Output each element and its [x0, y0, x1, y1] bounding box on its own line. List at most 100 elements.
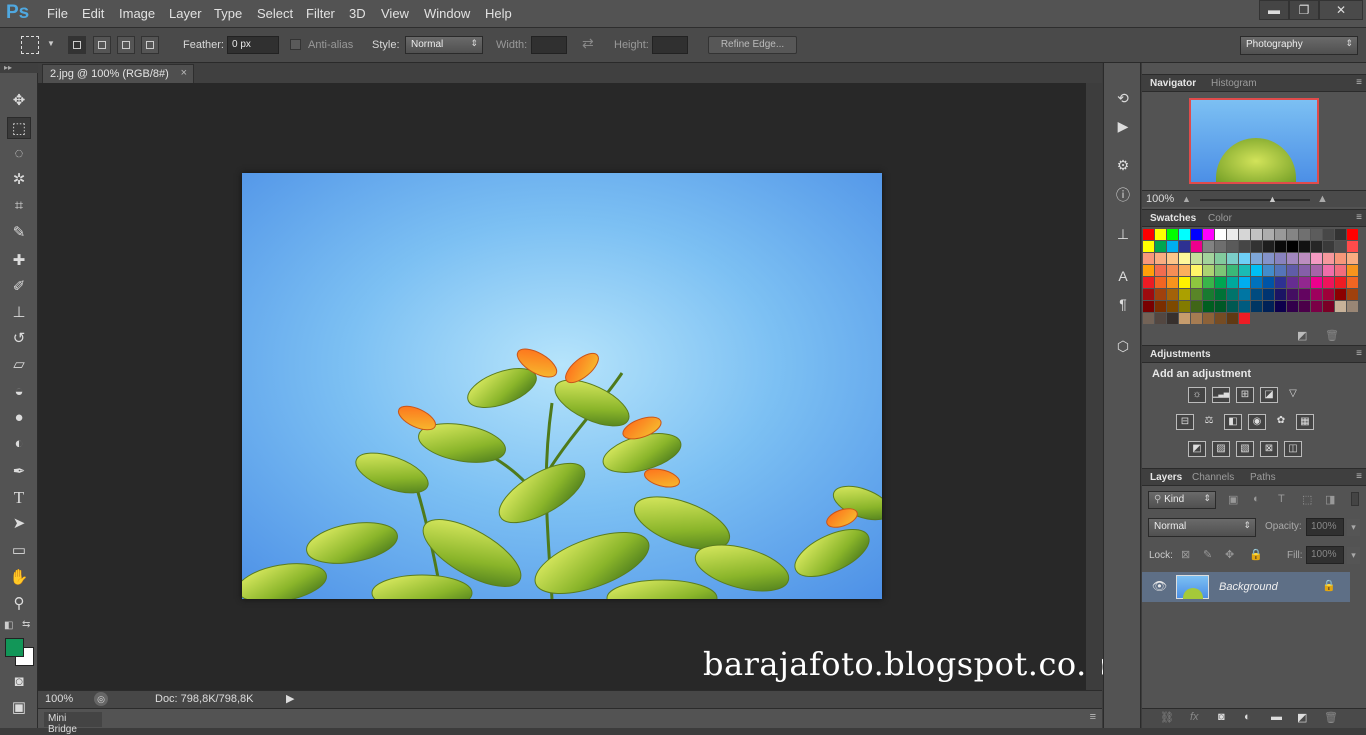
- marquee-tool-icon[interactable]: ⬚: [7, 117, 31, 139]
- quick-mask-icon[interactable]: ◙: [7, 671, 31, 693]
- lock-all-icon[interactable]: 🔒: [1249, 548, 1263, 561]
- color-swatch[interactable]: [1155, 277, 1166, 288]
- color-swatch[interactable]: [1203, 253, 1214, 264]
- color-swatch[interactable]: [1263, 301, 1274, 312]
- color-swatch[interactable]: [1323, 265, 1334, 276]
- new-adjustment-layer-icon[interactable]: ◐: [1244, 711, 1251, 723]
- swap-icon[interactable]: ⇄: [582, 35, 594, 52]
- color-swatch[interactable]: [1299, 277, 1310, 288]
- color-swatch[interactable]: [1227, 277, 1238, 288]
- navigator-thumbnail[interactable]: [1189, 98, 1319, 184]
- layer-style-icon[interactable]: fx: [1190, 711, 1199, 723]
- color-swatch[interactable]: [1251, 289, 1262, 300]
- tab-navigator[interactable]: Navigator: [1150, 78, 1196, 89]
- move-tool-icon[interactable]: ✥: [7, 90, 31, 112]
- pixel-filter-icon[interactable]: ▣: [1228, 493, 1238, 506]
- menu-image[interactable]: Image: [119, 6, 155, 21]
- exposure-icon[interactable]: ◪: [1260, 387, 1278, 403]
- add-mask-icon[interactable]: ◙: [1218, 711, 1225, 723]
- color-swatch[interactable]: [1335, 265, 1346, 276]
- color-swatch[interactable]: [1155, 289, 1166, 300]
- canvas-image[interactable]: [242, 173, 882, 599]
- color-swatch[interactable]: [1311, 265, 1322, 276]
- color-swatch[interactable]: [1203, 289, 1214, 300]
- menu-select[interactable]: Select: [257, 6, 293, 21]
- magic-wand-tool-icon[interactable]: ✲: [7, 169, 31, 191]
- color-swatch[interactable]: [1167, 229, 1178, 240]
- color-swatch[interactable]: [1179, 301, 1190, 312]
- info-panel-icon[interactable]: ⓘ: [1113, 185, 1133, 205]
- menu-layer[interactable]: Layer: [169, 6, 202, 21]
- color-swatch[interactable]: [1263, 277, 1274, 288]
- color-swatch[interactable]: [1203, 241, 1214, 252]
- color-swatch[interactable]: [1155, 313, 1166, 324]
- crop-tool-icon[interactable]: ⌗: [7, 195, 31, 217]
- history-brush-tool-icon[interactable]: ↺: [7, 328, 31, 350]
- color-swatch[interactable]: [1203, 265, 1214, 276]
- color-swatch[interactable]: [1287, 253, 1298, 264]
- minimize-button[interactable]: ▬: [1259, 0, 1289, 20]
- color-swatch[interactable]: [1143, 265, 1154, 276]
- history-panel-icon[interactable]: ⟲: [1113, 88, 1133, 108]
- color-swatch[interactable]: [1335, 289, 1346, 300]
- menu-file[interactable]: File: [47, 6, 68, 21]
- filter-toggle-switch[interactable]: [1351, 492, 1359, 506]
- adjustment-filter-icon[interactable]: ◐: [1253, 493, 1260, 505]
- color-swatch[interactable]: [1239, 301, 1250, 312]
- color-swatch[interactable]: [1203, 229, 1214, 240]
- path-selection-tool-icon[interactable]: ➤: [7, 513, 31, 535]
- channel-mixer-icon[interactable]: ✿: [1272, 414, 1290, 430]
- navigator-zoom-value[interactable]: 100%: [1146, 193, 1174, 205]
- color-swatch[interactable]: [1299, 301, 1310, 312]
- color-swatch[interactable]: [1167, 289, 1178, 300]
- color-swatch[interactable]: [1287, 241, 1298, 252]
- color-balance-icon[interactable]: ⚖: [1200, 414, 1218, 430]
- color-swatch[interactable]: [1275, 253, 1286, 264]
- feather-input[interactable]: 0 px: [227, 36, 279, 54]
- lock-position-icon[interactable]: ✥: [1225, 548, 1234, 561]
- color-swatch[interactable]: [1227, 265, 1238, 276]
- color-swatch[interactable]: [1239, 265, 1250, 276]
- paint-bucket-tool-icon[interactable]: ◒: [7, 381, 31, 403]
- panel-menu-icon[interactable]: ≡: [1356, 348, 1362, 359]
- menu-help[interactable]: Help: [485, 6, 512, 21]
- color-swatch[interactable]: [1191, 229, 1202, 240]
- type-tool-icon[interactable]: T: [7, 487, 31, 509]
- blur-tool-icon[interactable]: ●: [7, 407, 31, 429]
- vertical-scrollbar[interactable]: [1086, 83, 1102, 690]
- tab-paths[interactable]: Paths: [1250, 472, 1276, 483]
- default-colors-icon[interactable]: ◧: [4, 620, 13, 631]
- hand-tool-icon[interactable]: ✋: [7, 567, 31, 589]
- eraser-tool-icon[interactable]: ▱: [7, 354, 31, 376]
- gradient-map-icon[interactable]: ◫: [1284, 441, 1302, 457]
- color-swatch[interactable]: [1251, 241, 1262, 252]
- color-swatch[interactable]: [1335, 253, 1346, 264]
- panel-menu-icon[interactable]: ≡: [1356, 471, 1362, 482]
- color-swatch[interactable]: [1263, 253, 1274, 264]
- color-swatch[interactable]: [1347, 289, 1358, 300]
- brightness-contrast-icon[interactable]: ☼: [1188, 387, 1206, 403]
- color-swatch[interactable]: [1251, 253, 1262, 264]
- color-swatch[interactable]: [1203, 313, 1214, 324]
- lasso-tool-icon[interactable]: ◌: [7, 143, 31, 165]
- link-layers-icon[interactable]: ⛓: [1160, 711, 1174, 724]
- layer-row[interactable]: 👁 Background 🔒: [1142, 572, 1350, 602]
- color-swatch[interactable]: [1323, 289, 1334, 300]
- color-swatch[interactable]: [1167, 265, 1178, 276]
- intersect-selection-icon[interactable]: [141, 36, 159, 54]
- vibrance-icon[interactable]: ▽: [1284, 387, 1302, 403]
- opacity-input[interactable]: 100%: [1306, 518, 1344, 536]
- color-swatch[interactable]: [1275, 265, 1286, 276]
- 3d-panel-icon[interactable]: ⬡: [1113, 336, 1133, 356]
- color-swatch[interactable]: [1227, 301, 1238, 312]
- character-panel-icon[interactable]: A: [1113, 266, 1133, 286]
- color-swatch[interactable]: [1215, 277, 1226, 288]
- color-swatch[interactable]: [1239, 229, 1250, 240]
- fill-input[interactable]: 100%: [1306, 546, 1344, 564]
- swap-colors-icon[interactable]: ⇆: [22, 619, 30, 630]
- color-swatch[interactable]: [1215, 241, 1226, 252]
- color-swatch[interactable]: [1323, 229, 1334, 240]
- color-swatch[interactable]: [1263, 265, 1274, 276]
- add-selection-icon[interactable]: [93, 36, 111, 54]
- delete-layer-icon[interactable]: 🗑: [1324, 711, 1338, 724]
